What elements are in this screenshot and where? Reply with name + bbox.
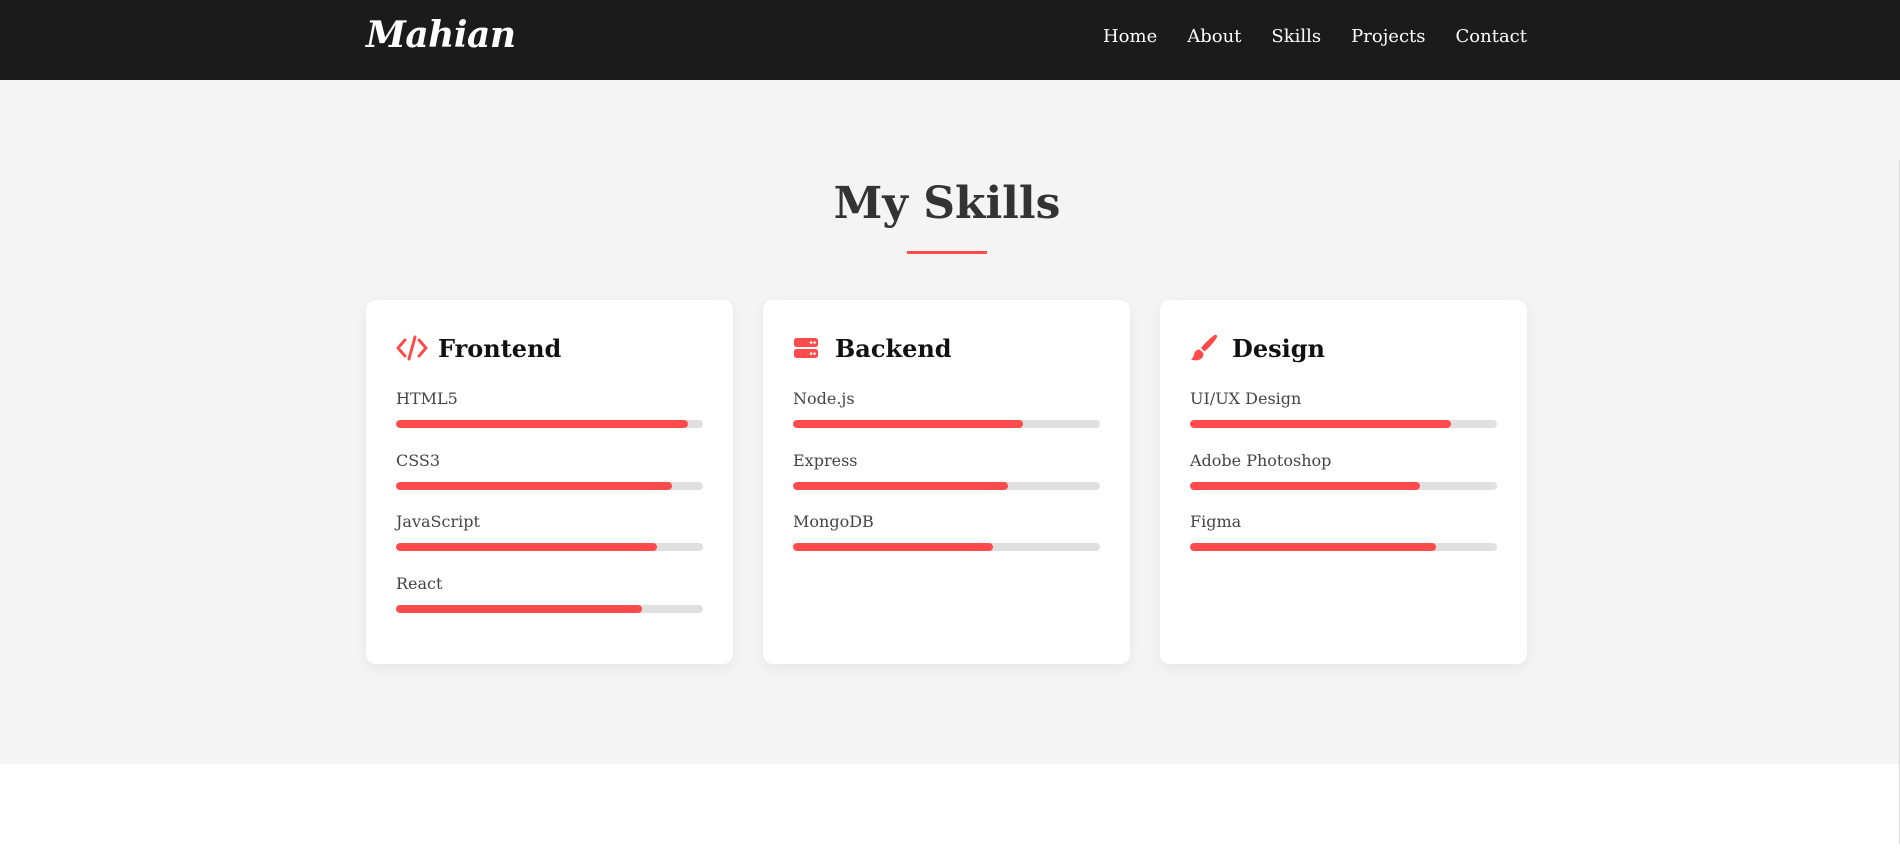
skill-item: HTML5 xyxy=(396,389,703,428)
skill-card-frontend: Frontend HTML5 CSS3 JavaScript React xyxy=(366,300,733,664)
section-title: My Skills xyxy=(833,178,1061,229)
skill-item: CSS3 xyxy=(396,451,703,490)
nav-link-contact[interactable]: Contact xyxy=(1456,26,1527,47)
skill-item: MongoDB xyxy=(793,512,1100,551)
paintbrush-icon xyxy=(1190,333,1222,363)
nav-link-skills[interactable]: Skills xyxy=(1271,26,1321,47)
skill-progress-bar xyxy=(396,482,703,490)
skill-name: Express xyxy=(793,451,858,470)
skill-progress-fill xyxy=(793,420,1024,428)
nav-link-home[interactable]: Home xyxy=(1103,26,1157,47)
skill-name: Adobe Photoshop xyxy=(1190,451,1332,470)
skill-progress-fill xyxy=(1190,482,1421,490)
skill-card-backend: Backend Node.js Express MongoDB xyxy=(763,300,1130,664)
skill-item: JavaScript xyxy=(396,512,703,551)
skill-progress-bar xyxy=(793,543,1100,551)
server-icon xyxy=(793,333,825,363)
skill-progress-fill xyxy=(793,543,993,551)
card-title: Frontend xyxy=(438,333,562,363)
navbar: Mahian Home About Skills Projects Contac… xyxy=(0,0,1900,80)
brand-logo[interactable]: Mahian xyxy=(366,14,516,56)
skill-progress-bar xyxy=(1190,482,1497,490)
skill-progress-bar xyxy=(793,420,1100,428)
skill-progress-fill xyxy=(396,420,688,428)
skill-progress-fill xyxy=(396,605,642,613)
skill-name: Figma xyxy=(1190,512,1242,531)
skill-item: Figma xyxy=(1190,512,1497,551)
card-title: Design xyxy=(1232,333,1325,363)
nav-link-about[interactable]: About xyxy=(1187,26,1241,47)
skill-progress-fill xyxy=(396,482,673,490)
skill-progress-bar xyxy=(1190,543,1497,551)
card-title: Backend xyxy=(835,333,952,363)
skill-progress-bar xyxy=(1190,420,1497,428)
skill-progress-bar xyxy=(396,420,703,428)
skill-progress-bar xyxy=(396,543,703,551)
skill-item: Express xyxy=(793,451,1100,490)
skill-name: Node.js xyxy=(793,389,855,408)
card-header: Backend xyxy=(793,333,952,363)
card-header: Frontend xyxy=(396,333,561,363)
card-header: Design xyxy=(1190,333,1325,363)
nav-links: Home About Skills Projects Contact xyxy=(1103,26,1527,47)
skill-progress-fill xyxy=(1190,543,1436,551)
skill-item: Node.js xyxy=(793,389,1100,428)
nav-link-projects[interactable]: Projects xyxy=(1351,26,1425,47)
skills-section: My Skills Frontend HTML5 CSS3 JavaScript xyxy=(0,80,1900,844)
skill-progress-bar xyxy=(396,605,703,613)
title-underline xyxy=(907,251,987,254)
skill-progress-fill xyxy=(793,482,1008,490)
skill-item: UI/UX Design xyxy=(1190,389,1497,428)
skill-name: JavaScript xyxy=(396,512,480,531)
code-icon xyxy=(396,333,428,363)
skill-card-design: Design UI/UX Design Adobe Photoshop Figm… xyxy=(1160,300,1527,664)
skill-name: UI/UX Design xyxy=(1190,389,1302,408)
skill-name: HTML5 xyxy=(396,389,458,408)
skill-item: Adobe Photoshop xyxy=(1190,451,1497,490)
skill-name: CSS3 xyxy=(396,451,441,470)
skill-item: React xyxy=(396,574,703,613)
skill-progress-fill xyxy=(1190,420,1451,428)
skill-name: MongoDB xyxy=(793,512,874,531)
skill-progress-bar xyxy=(793,482,1100,490)
skill-progress-fill xyxy=(396,543,657,551)
skill-name: React xyxy=(396,574,443,593)
